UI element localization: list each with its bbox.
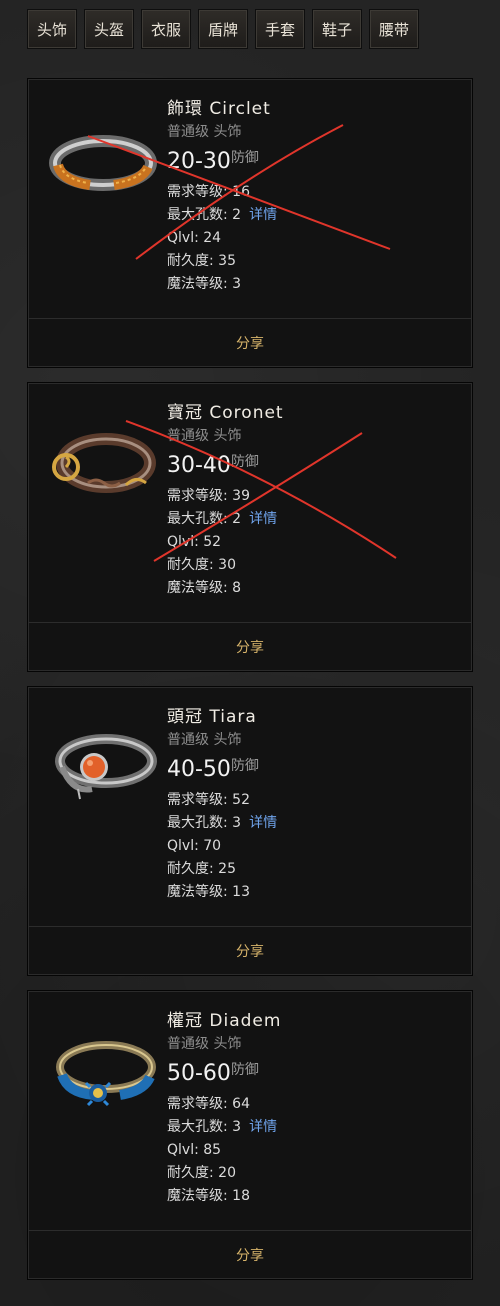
share-button[interactable]: 分享 [28,1230,472,1279]
qlvl-label: Qlvl: [167,838,199,854]
item-quality: 普通级 头饰 [167,124,242,140]
item-card-circlet: 飾環 Circlet 普通级 头饰 20-30防御 需求等级: 16 最大孔数:… [27,78,473,368]
durability-label: 耐久度: [167,1165,214,1181]
item-quality: 普通级 头饰 [167,732,242,748]
max-sockets-label: 最大孔数: [167,815,228,831]
qlvl-value: 85 [203,1142,222,1158]
tiara-icon [55,734,157,800]
tab-belt[interactable]: 腰带 [369,9,419,49]
tab-boots[interactable]: 鞋子 [312,9,362,49]
item-name: 飾環 Circlet [167,99,271,119]
magic-level-label: 魔法等级: [167,1188,228,1204]
max-sockets-label: 最大孔数: [167,207,228,223]
max-sockets-value: 3 [232,815,242,831]
details-link[interactable]: 详情 [249,815,277,831]
circlet-icon [49,135,157,191]
req-level-value: 64 [232,1096,250,1112]
durability-label: 耐久度: [167,557,214,573]
req-level-label: 需求等级: [167,1096,228,1112]
defense-unit: 防御 [230,454,259,470]
coronet-icon [52,433,156,493]
defense-unit: 防御 [230,150,259,166]
magic-level-value: 3 [232,276,242,292]
share-button[interactable]: 分享 [28,926,472,975]
req-level-label: 需求等级: [167,792,228,808]
details-link[interactable]: 详情 [249,511,277,527]
durability-value: 25 [218,861,236,877]
tab-armor[interactable]: 衣服 [141,9,191,49]
tab-gloves[interactable]: 手套 [255,9,305,49]
max-sockets-label: 最大孔数: [167,1119,228,1135]
qlvl-value: 24 [203,230,222,246]
tab-headgear[interactable]: 头饰 [27,9,77,49]
tab-shield[interactable]: 盾牌 [198,9,248,49]
qlvl-label: Qlvl: [167,1142,199,1158]
max-sockets-value: 3 [232,1119,242,1135]
details-link[interactable]: 详情 [249,1119,277,1135]
defense-unit: 防御 [230,1062,259,1078]
max-sockets-label: 最大孔数: [167,511,228,527]
item-name: 頭冠 Tiara [167,707,257,727]
item-card-diadem: 權冠 Diadem 普通级 头饰 50-60防御 需求等级: 64 最大孔数: … [27,990,473,1280]
durability-value: 35 [218,253,236,269]
durability-label: 耐久度: [167,253,214,269]
defense-unit: 防御 [230,758,259,774]
magic-level-label: 魔法等级: [167,884,228,900]
item-name: 權冠 Diadem [167,1011,282,1031]
item-quality: 普通级 头饰 [167,428,242,444]
share-button[interactable]: 分享 [28,622,472,671]
item-card-coronet: 寶冠 Coronet 普通级 头饰 30-40防御 需求等级: 39 最大孔数:… [27,382,473,672]
item-quality: 普通级 头饰 [167,1036,242,1052]
defense-value: 20-30 [167,149,231,174]
category-tabs: 头饰 头盔 衣服 盾牌 手套 鞋子 腰带 [27,9,419,49]
req-level-value: 39 [232,488,250,504]
defense-value: 50-60 [167,1061,231,1086]
req-level-label: 需求等级: [167,184,228,200]
magic-level-value: 8 [232,580,242,596]
item-card-tiara: 頭冠 Tiara 普通级 头饰 40-50防御 需求等级: 52 最大孔数: 3… [27,686,473,976]
durability-value: 20 [218,1165,236,1181]
item-name: 寶冠 Coronet [167,403,284,423]
durability-value: 30 [218,557,236,573]
magic-level-value: 13 [232,884,250,900]
req-level-value: 52 [232,792,250,808]
max-sockets-value: 2 [232,207,242,223]
share-button[interactable]: 分享 [28,318,472,367]
defense-value: 40-50 [167,757,231,782]
qlvl-label: Qlvl: [167,230,199,246]
details-link[interactable]: 详情 [249,207,277,223]
max-sockets-value: 2 [232,511,242,527]
tab-helmet[interactable]: 头盔 [84,9,134,49]
magic-level-value: 18 [232,1188,250,1204]
req-level-label: 需求等级: [167,488,228,504]
magic-level-label: 魔法等级: [167,580,228,596]
durability-label: 耐久度: [167,861,214,877]
defense-value: 30-40 [167,453,231,478]
diadem-icon [56,1041,156,1107]
req-level-value: 16 [232,184,250,200]
magic-level-label: 魔法等级: [167,276,228,292]
qlvl-value: 52 [203,534,222,550]
qlvl-value: 70 [203,838,222,854]
qlvl-label: Qlvl: [167,534,199,550]
